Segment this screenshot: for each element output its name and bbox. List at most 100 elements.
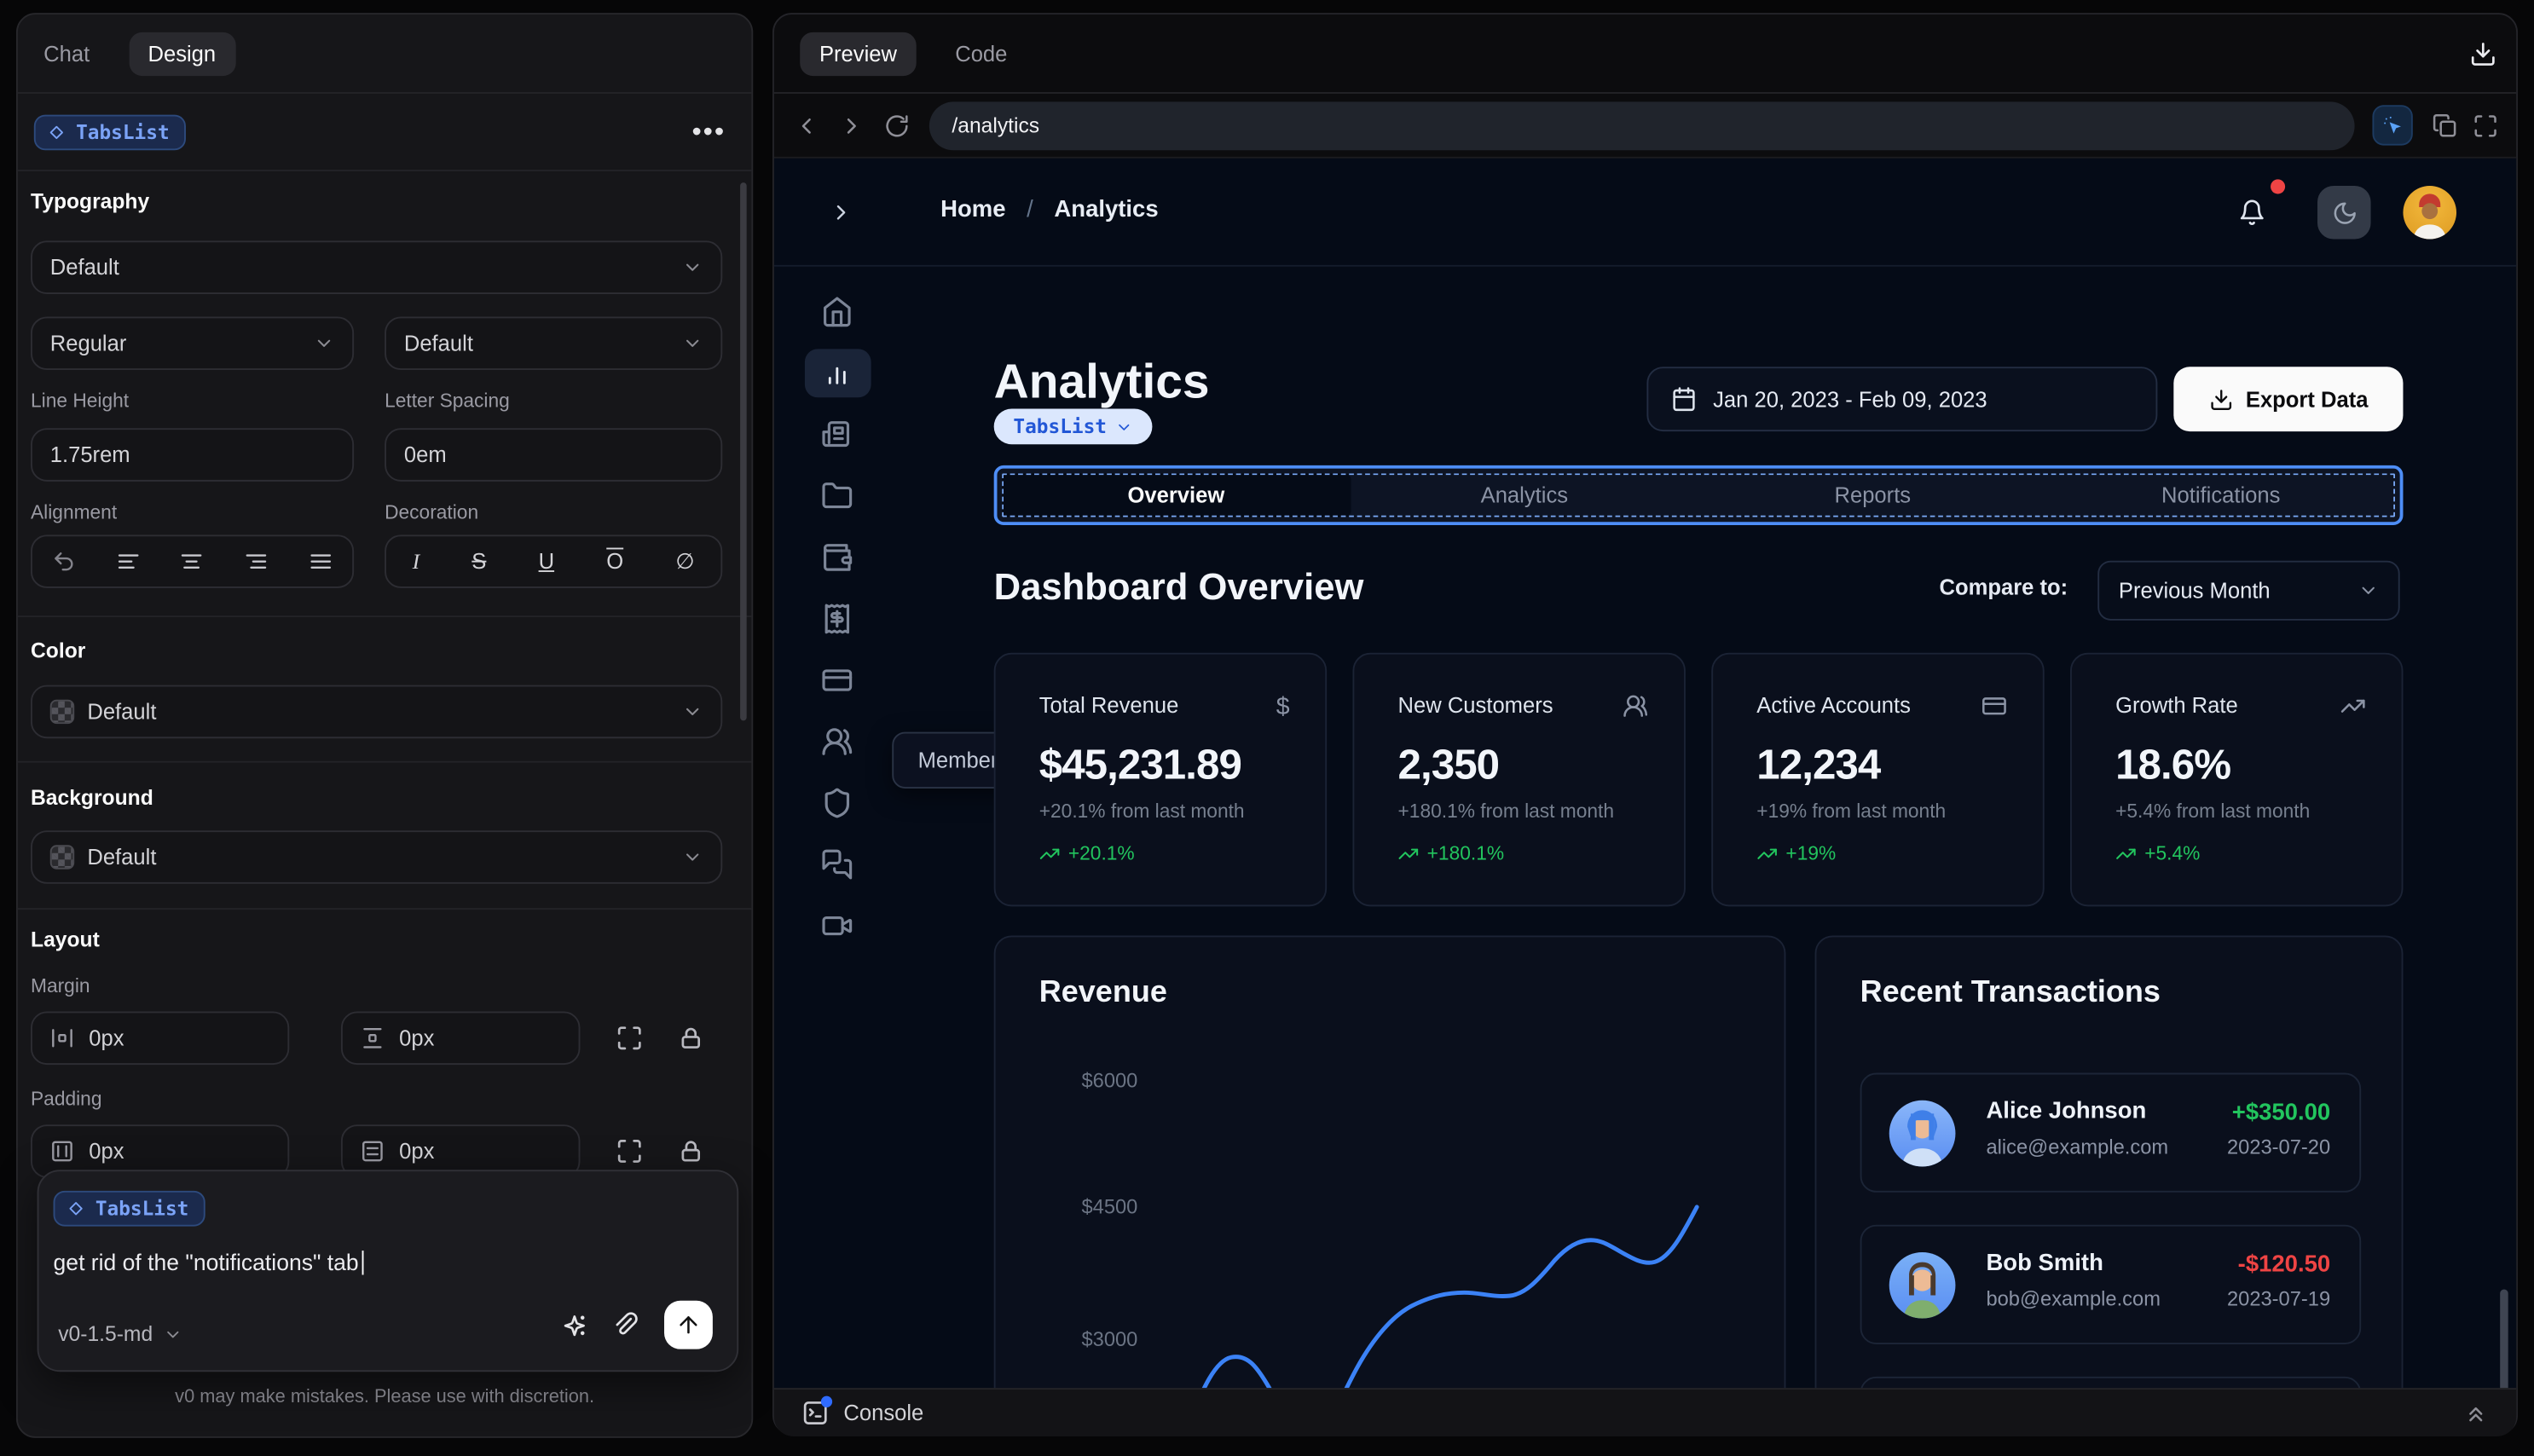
date-range-button[interactable]: Jan 20, 2023 - Feb 09, 2023: [1646, 367, 2158, 432]
members-icon[interactable]: [821, 725, 853, 758]
color-select[interactable]: Default: [31, 685, 723, 739]
inspect-cursor-button[interactable]: [2372, 105, 2413, 146]
background-swatch-icon: [49, 845, 75, 870]
more-menu-icon[interactable]: •••: [692, 116, 726, 148]
download-icon[interactable]: [2469, 40, 2496, 67]
fullscreen-icon[interactable]: [2473, 113, 2498, 138]
folder-icon[interactable]: [821, 480, 853, 512]
chat-composer[interactable]: TabsList get rid of the "notifications" …: [37, 1170, 739, 1372]
line-height-input[interactable]: 1.75rem: [31, 428, 355, 482]
italic-icon[interactable]: I: [413, 548, 420, 574]
model-select[interactable]: v0-1.5-md: [49, 1315, 192, 1353]
user-avatar[interactable]: [2403, 185, 2457, 240]
breadcrumb: Home / Analytics: [940, 197, 1159, 222]
margin-x-input[interactable]: 0px: [31, 1011, 290, 1066]
wallet-icon[interactable]: [821, 541, 853, 574]
tab-chat[interactable]: Chat: [43, 41, 90, 65]
notification-dot: [2271, 179, 2286, 194]
tab-design[interactable]: Design: [128, 31, 235, 76]
security-icon[interactable]: [821, 787, 853, 819]
letter-spacing-input[interactable]: 0em: [385, 428, 723, 482]
component-selection-chip[interactable]: TabsList: [993, 408, 1153, 445]
margin-y-input[interactable]: 0px: [340, 1011, 581, 1066]
download-icon: [2210, 389, 2231, 410]
trending-up-icon: [1757, 847, 1777, 858]
transaction-avatar: [1889, 1251, 1956, 1319]
font-size-select[interactable]: Default: [385, 316, 723, 371]
no-decoration-icon[interactable]: ∅: [675, 548, 694, 574]
invoices-icon[interactable]: [821, 419, 853, 451]
font-select[interactable]: Default: [31, 240, 723, 294]
bell-icon[interactable]: [2238, 199, 2265, 226]
url-input[interactable]: /analytics: [929, 101, 2355, 150]
tab-preview[interactable]: Preview: [800, 31, 917, 76]
sidebar-item-analytics[interactable]: [803, 349, 871, 398]
disclaimer-text: v0 may make mistakes. Please use with di…: [175, 1388, 595, 1407]
background-select[interactable]: Default: [31, 830, 723, 884]
trending-up-icon: [1039, 847, 1060, 858]
prompt-input[interactable]: get rid of the "notifications" tab: [54, 1249, 365, 1275]
letter-spacing-label: Letter Spacing: [385, 389, 510, 413]
padding-lock-icon[interactable]: [677, 1137, 704, 1164]
tab-reports[interactable]: Reports: [1698, 473, 2046, 517]
send-button[interactable]: [664, 1300, 713, 1349]
transaction-row[interactable]: Bob Smith bob@example.com -$120.50 2023-…: [1860, 1224, 2362, 1344]
alignment-group: [31, 534, 355, 588]
overline-icon[interactable]: O: [606, 549, 623, 573]
credit-card-icon[interactable]: [821, 664, 853, 696]
underline-icon[interactable]: U: [539, 549, 554, 573]
stat-card-active-accounts: Active Accounts 12,234 +19% from last mo…: [1711, 652, 2045, 907]
sparkles-icon[interactable]: [561, 1312, 588, 1339]
align-center-icon[interactable]: [180, 549, 204, 573]
compare-label: Compare to:: [1939, 575, 2068, 600]
preview-viewport: Home / Analytics Members Analytics TabsL…: [773, 158, 2517, 1389]
recent-transactions-card: Recent Transactions Alice Johnson alice@…: [1814, 935, 2404, 1389]
forward-icon[interactable]: [839, 113, 865, 138]
font-weight-select[interactable]: Regular: [31, 316, 355, 371]
export-data-button[interactable]: Export Data: [2173, 367, 2404, 432]
padding-horizontal-icon: [52, 1141, 72, 1162]
transaction-avatar: [1889, 1100, 1956, 1167]
margin-lock-icon[interactable]: [677, 1025, 704, 1052]
trending-up-icon: [2340, 699, 2365, 713]
undo-icon[interactable]: [52, 549, 76, 573]
messages-icon[interactable]: [821, 848, 853, 881]
transaction-row[interactable]: Alice Johnson alice@example.com +$350.00…: [1860, 1072, 2362, 1193]
panel-scrollbar[interactable]: [740, 182, 747, 721]
back-icon[interactable]: [794, 113, 819, 138]
chevron-down-icon: [686, 853, 699, 861]
refresh-icon[interactable]: [884, 113, 910, 138]
transaction-row-clipped: [1860, 1376, 2362, 1389]
copy-icon[interactable]: [2433, 113, 2458, 138]
sidebar-toggle-icon[interactable]: [829, 200, 853, 224]
layout-section-label: Layout: [31, 927, 100, 952]
align-right-icon[interactable]: [244, 549, 268, 573]
strikethrough-icon[interactable]: S: [472, 549, 486, 573]
pointer-icon: [2383, 115, 2400, 133]
video-icon[interactable]: [821, 910, 853, 942]
stat-card-new-customers: New Customers 2,350 +180.1% from last mo…: [1352, 652, 1686, 907]
composer-component-chip[interactable]: TabsList: [53, 1190, 205, 1227]
home-icon[interactable]: [821, 296, 853, 328]
align-left-icon[interactable]: [116, 549, 140, 573]
align-justify-icon[interactable]: [308, 549, 332, 573]
tab-notifications[interactable]: Notifications: [2047, 473, 2395, 517]
selected-component-badge[interactable]: TabsList: [33, 113, 186, 150]
arrow-up-icon: [680, 1316, 697, 1334]
breadcrumb-home[interactable]: Home: [940, 197, 1005, 222]
console-bar[interactable]: Console: [773, 1388, 2517, 1437]
paperclip-icon[interactable]: [612, 1312, 639, 1339]
margin-expand-icon[interactable]: [616, 1025, 643, 1052]
console-label: Console: [843, 1401, 924, 1425]
chevrons-up-icon[interactable]: [2463, 1400, 2489, 1425]
compare-select[interactable]: Previous Month: [2097, 560, 2400, 621]
tab-analytics[interactable]: Analytics: [1351, 473, 1698, 517]
theme-toggle-button[interactable]: [2317, 185, 2371, 240]
receipt-icon[interactable]: [821, 603, 853, 635]
tab-code[interactable]: Code: [955, 41, 1007, 65]
preview-scrollbar[interactable]: [2500, 1289, 2508, 1389]
tab-overview[interactable]: Overview: [1002, 473, 1351, 517]
padding-expand-icon[interactable]: [616, 1137, 643, 1164]
page-title: Analytics: [993, 355, 1210, 409]
moon-icon: [2333, 201, 2355, 223]
